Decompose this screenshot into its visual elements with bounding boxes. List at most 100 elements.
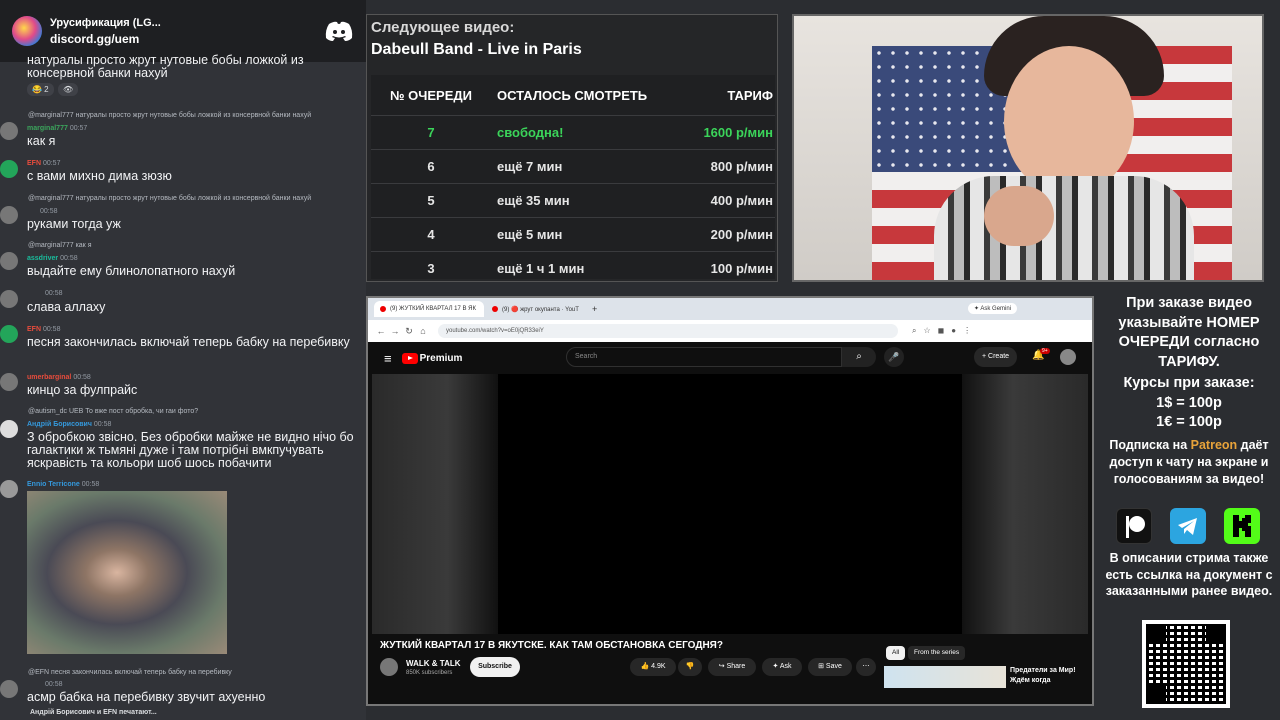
timestamp: 00:58 xyxy=(81,481,100,488)
reply-preview[interactable]: @marginal777 натуралы просто жрут нутовы… xyxy=(28,195,311,202)
avatar[interactable] xyxy=(0,480,18,498)
more-actions-icon[interactable]: ⋯ xyxy=(856,658,876,676)
video-title: ЖУТКИЙ КВАРТАЛ 17 В ЯКУТСКЕ. КАК ТАМ ОБС… xyxy=(380,640,723,651)
youtube-header: ≡ Premium Search ⌕ 🎤 + Create 🔔 9+ xyxy=(368,342,1092,374)
order-instructions: При заказе видео указывайте НОМЕР ОЧЕРЕД… xyxy=(1118,295,1260,370)
channel-name[interactable]: WALK & TALK xyxy=(406,659,461,668)
back-icon[interactable]: ← xyxy=(374,326,388,336)
reply-preview[interactable]: @marginal777 натуралы просто жрут нутовы… xyxy=(28,112,311,119)
tab-youtube-video[interactable]: (9) ЖУТКИЙ КВАРТАЛ 17 В ЯК xyxy=(374,301,484,317)
recommended-title[interactable]: Предатели за Мир! Ждём когда xyxy=(1010,666,1092,686)
reply-preview[interactable]: @EFN песня закончилась включай теперь ба… xyxy=(28,669,232,676)
reaction[interactable]: 😂 2 xyxy=(27,83,54,96)
message-text: с вами михно дима зюзю xyxy=(27,169,172,183)
qr-code[interactable] xyxy=(1142,620,1230,708)
author-name[interactable]: marginal777 xyxy=(27,125,68,132)
search-icon[interactable]: ⌕ xyxy=(842,347,876,367)
timestamp: 00:58 xyxy=(60,255,78,262)
profile-icon[interactable]: ● xyxy=(951,326,956,336)
url-input[interactable]: youtube.com/watch?v=oE0jQR33eiY xyxy=(438,324,898,338)
menu-icon[interactable]: ⋮ xyxy=(963,326,971,336)
attached-image[interactable] xyxy=(27,491,227,654)
remaining-time: ещё 1 ч 1 мин xyxy=(497,261,585,276)
patreon-link[interactable]: Patreon xyxy=(1191,438,1238,452)
avatar[interactable] xyxy=(1060,349,1076,365)
patreon-text: Подписка на Patreon даёт доступ к чату н… xyxy=(1109,438,1269,486)
avatar[interactable] xyxy=(0,290,18,308)
info-panel: При заказе видео указывайте НОМЕР ОЧЕРЕД… xyxy=(1098,290,1280,720)
address-bar: ← → ↻ ⌂ youtube.com/watch?v=oE0jQR33eiY … xyxy=(368,320,1092,342)
table-row: 4 ещё 5 мин 200 р/мин xyxy=(371,217,775,251)
author-name[interactable]: EFN xyxy=(27,326,41,333)
hamburger-menu-icon[interactable]: ≡ xyxy=(384,351,392,366)
tariff-table: № ОЧЕРЕДИ ОСТАЛОСЬ СМОТРЕТЬ ТАРИФ 7 своб… xyxy=(371,75,775,279)
author-name[interactable]: Ennio Terricone xyxy=(27,481,80,488)
bookmark-icon[interactable]: ☆ xyxy=(923,326,930,336)
kick-icon[interactable] xyxy=(1224,508,1260,544)
save-button[interactable]: ⊞ Save xyxy=(808,658,852,676)
home-icon[interactable]: ⌂ xyxy=(416,326,430,336)
reply-preview[interactable]: @marginal777 как я xyxy=(28,242,91,249)
author-name[interactable]: umerbarginal xyxy=(27,374,71,381)
next-video-label: Следующее видео: xyxy=(371,19,515,36)
ask-gemini-button[interactable]: ✦ Ask Gemini xyxy=(968,303,1018,314)
browser-window: (9) ЖУТКИЙ КВАРТАЛ 17 В ЯК (9) 🔴 жрут ок… xyxy=(366,296,1094,706)
remaining-time: ещё 35 мин xyxy=(497,193,570,208)
avatar[interactable] xyxy=(0,325,18,343)
chip-from-series[interactable]: From the series xyxy=(908,646,966,660)
message-text: кинцо за фулпрайс xyxy=(27,383,138,397)
forward-icon[interactable]: → xyxy=(388,326,402,336)
share-button[interactable]: ↪ Share xyxy=(708,658,756,676)
create-button[interactable]: + Create xyxy=(974,347,1018,367)
timestamp: 00:57 xyxy=(69,125,88,132)
chip-all[interactable]: All xyxy=(886,646,906,660)
subscribe-button[interactable]: Subscribe xyxy=(470,657,520,677)
message-text: асмр бабка на перебивку звучит ахуенно xyxy=(27,690,266,704)
channel-avatar[interactable] xyxy=(380,658,398,676)
exchange-rates: Курсы при заказе: 1$ = 100р 1€ = 100р xyxy=(1098,374,1280,433)
remaining-time: свободна! xyxy=(497,125,564,140)
reload-icon[interactable]: ↻ xyxy=(402,326,416,337)
notification-badge: 9+ xyxy=(1040,348,1050,354)
author-name[interactable]: assdriver xyxy=(27,255,58,262)
timestamp: 00:58 xyxy=(40,208,58,215)
tariff: 1600 р/мин xyxy=(703,125,773,140)
new-tab-button[interactable]: + xyxy=(592,304,597,314)
ask-button[interactable]: ✦ Ask xyxy=(762,658,802,676)
rate-eur: 1€ = 100р xyxy=(1156,414,1222,430)
queue-number: 5 xyxy=(427,193,435,208)
avatar[interactable] xyxy=(0,680,18,698)
search-input[interactable]: Search xyxy=(566,347,842,367)
avatar[interactable] xyxy=(0,420,18,438)
like-button[interactable]: 👍 4.9K xyxy=(630,658,676,676)
dislike-icon[interactable]: 👎 xyxy=(678,658,702,676)
recommended-thumbnail[interactable] xyxy=(884,666,1006,688)
extension-icon[interactable]: ◼ xyxy=(938,326,945,336)
typing-indicator: Андрій Борисович и EFN печатают... xyxy=(30,709,157,716)
avatar[interactable] xyxy=(0,206,18,224)
message-text: как я xyxy=(27,134,56,148)
message-text: руками тогда уж xyxy=(27,217,121,231)
tariff: 200 р/мин xyxy=(710,227,773,242)
message-text: натуралы просто жрут нутовые бобы ложкой… xyxy=(27,53,304,80)
reply-preview[interactable]: @autism_dc UEB То вже пост обробка, чи г… xyxy=(28,408,198,415)
avatar[interactable] xyxy=(0,252,18,270)
video-player[interactable] xyxy=(372,374,1088,634)
reaction[interactable]: 👁 xyxy=(58,83,79,96)
avatar[interactable] xyxy=(0,373,18,391)
avatar[interactable] xyxy=(0,160,18,178)
webcam-feed xyxy=(792,14,1264,282)
author-name[interactable]: EFN xyxy=(27,160,41,167)
microphone-icon[interactable]: 🎤 xyxy=(884,347,904,367)
tab-youtube-other[interactable]: (9) 🔴 жрут окупанта · YouT xyxy=(486,301,586,317)
youtube-logo[interactable]: Premium xyxy=(401,352,462,364)
telegram-icon[interactable] xyxy=(1170,508,1206,544)
column-header: ОСТАЛОСЬ СМОТРЕТЬ xyxy=(497,87,648,103)
timestamp: 00:57 xyxy=(42,160,61,167)
avatar[interactable] xyxy=(0,122,18,140)
patreon-icon[interactable] xyxy=(1116,508,1152,544)
timestamp: 00:58 xyxy=(73,374,91,381)
author-name[interactable]: Андрій Борисович xyxy=(27,421,92,428)
zoom-icon[interactable]: ⌕ xyxy=(912,326,916,336)
rates-label: Курсы при заказе: xyxy=(1123,375,1255,391)
